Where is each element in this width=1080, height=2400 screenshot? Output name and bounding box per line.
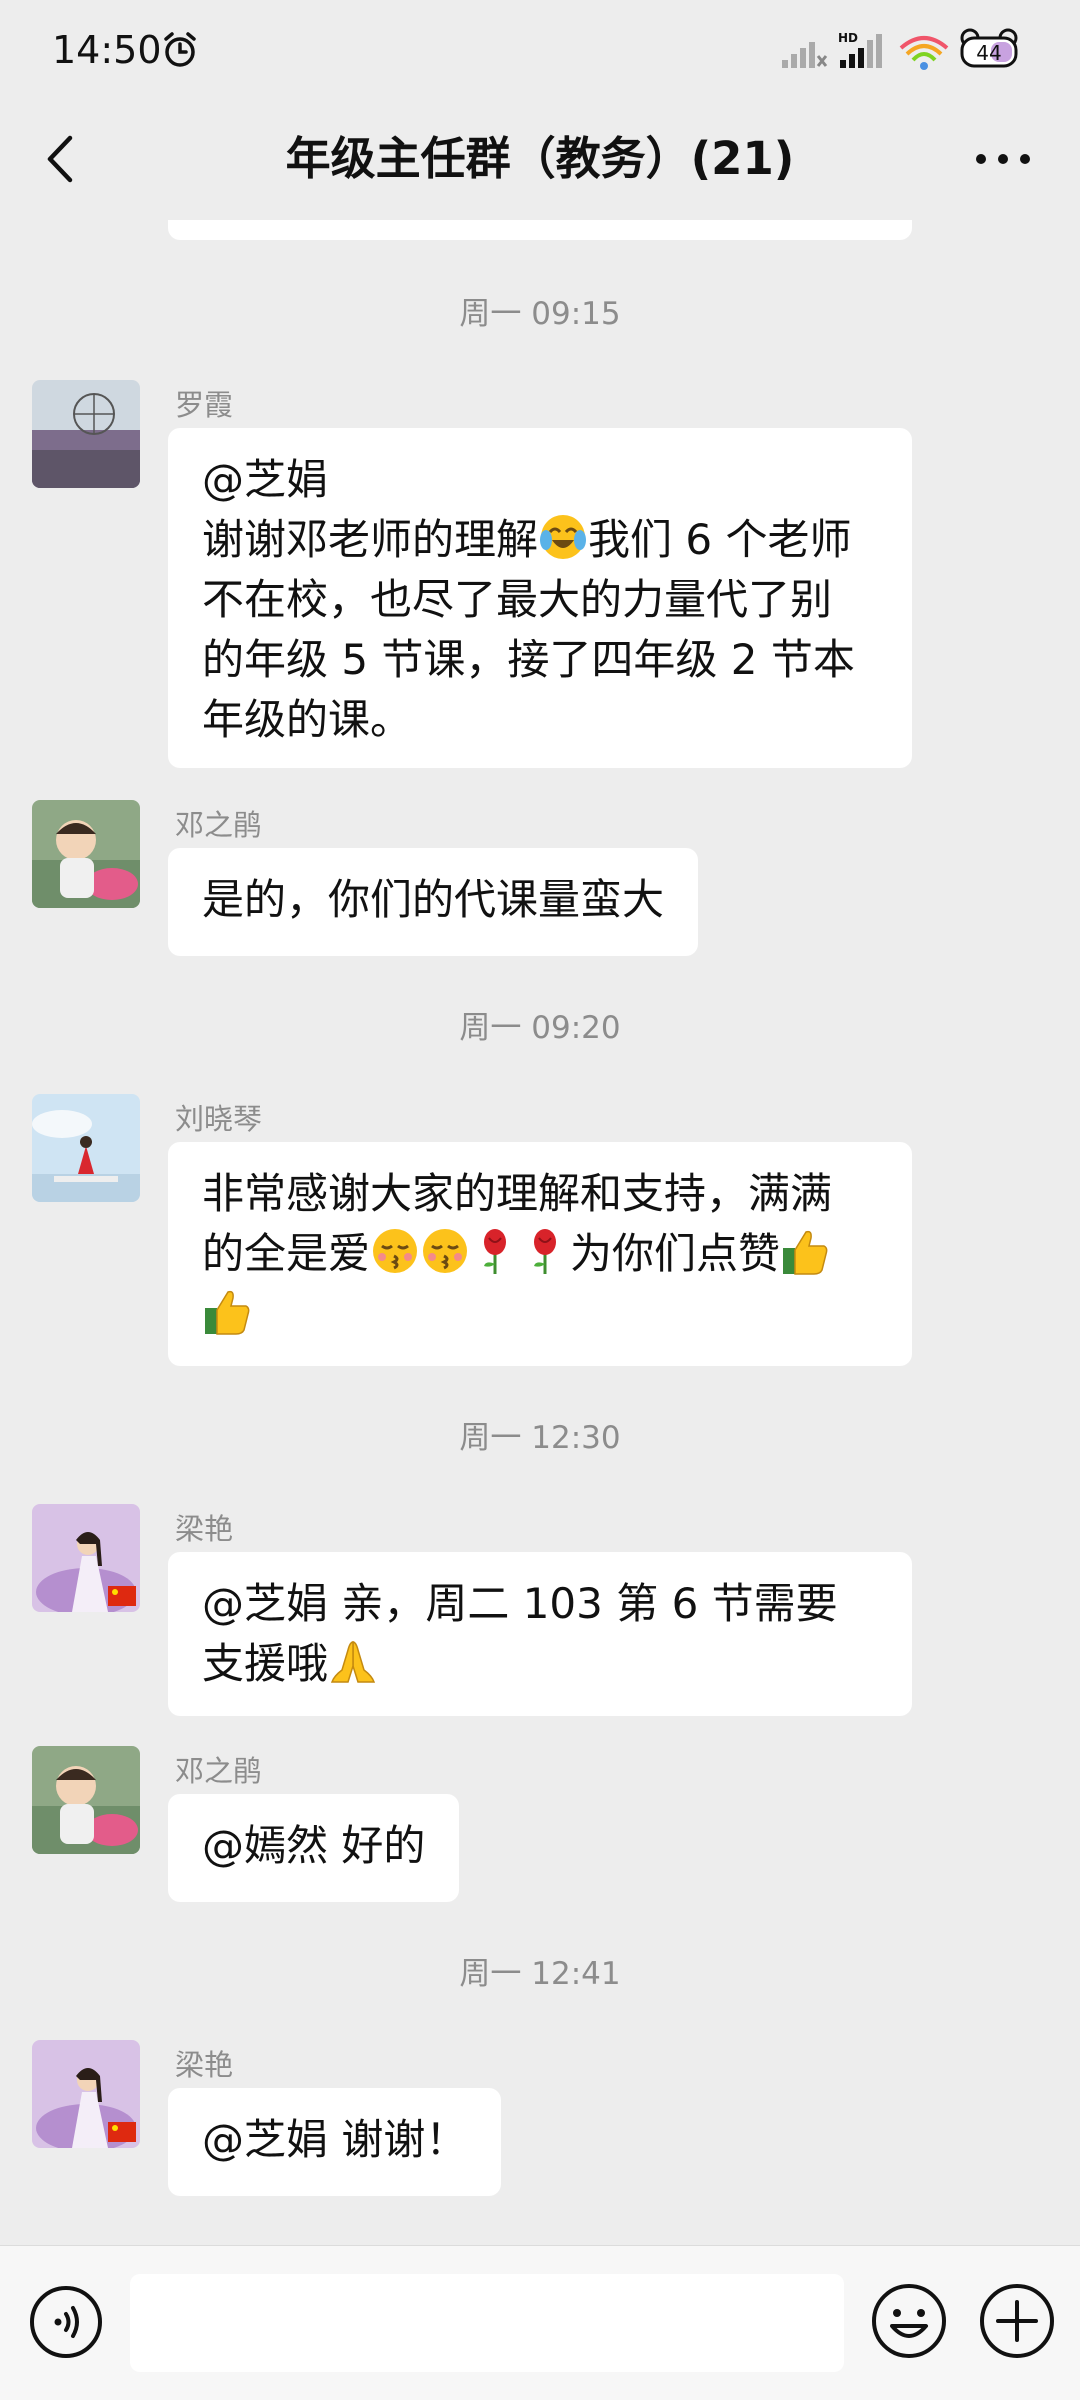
signal-hd-icon: HD	[838, 31, 882, 68]
svg-text:HD: HD	[838, 31, 858, 45]
message-line: 年级的课。	[202, 695, 413, 744]
message-list[interactable]: 周一 09:15 罗霞 @芝娟 谢谢邓老师的理解 我们 6 个老师 不在校，也尽了…	[0, 220, 1080, 2240]
sender-name: 刘晓琴	[175, 1102, 263, 1136]
sender-name: 梁艳	[175, 1512, 234, 1546]
avatar[interactable]	[32, 380, 140, 488]
message-line: @芝娟 亲，周二 103 第 6 节需要	[202, 1579, 838, 1628]
input-bar	[0, 2245, 1080, 2400]
message-bubble[interactable]: 是的，你们的代课量蛮大	[168, 848, 699, 956]
status-time: 14:50	[52, 28, 162, 72]
timestamp: 周一 12:30	[459, 1420, 621, 1456]
rose-emoji-icon	[484, 1229, 507, 1274]
thumbs-up-emoji-icon	[205, 1290, 250, 1335]
message-line: @嫣然 好的	[202, 1821, 426, 1870]
rose-emoji-icon	[534, 1229, 557, 1274]
chat-title: 年级主任群（教务）(21)	[285, 132, 795, 185]
previous-message-bubble[interactable]	[168, 220, 912, 240]
chat-screen: 14:50 HD 44 年级主任群（教务）(21) 周一 09:15 罗霞 @芝…	[0, 0, 1080, 2400]
status-bar: 14:50 HD 44	[0, 0, 1080, 100]
wifi-icon	[899, 36, 949, 70]
timestamp: 周一 12:41	[459, 1956, 621, 1992]
svg-text:44: 44	[976, 41, 1001, 65]
message-bubble[interactable]: @芝娟 亲，周二 103 第 6 节需要 支援哦	[168, 1552, 912, 1716]
message-line	[202, 1284, 878, 1344]
message-line: @芝娟 谢谢！	[202, 2115, 468, 2164]
crying-laughing-emoji-icon	[540, 515, 587, 559]
avatar[interactable]	[32, 1094, 140, 1202]
kissing-emoji-icon	[423, 1229, 468, 1273]
avatar[interactable]	[32, 800, 140, 908]
more-options-icon[interactable]	[968, 124, 1038, 194]
sender-name: 罗霞	[175, 388, 234, 422]
plus-icon[interactable]	[978, 2282, 1056, 2360]
sender-name: 邓之鹃	[175, 1754, 263, 1788]
signal-off-icon	[782, 42, 828, 68]
avatar[interactable]	[32, 1504, 140, 1612]
chat-header: 年级主任群（教务）(21)	[0, 100, 1080, 220]
message-line: 谢谢邓老师的理解 我们 6 个老师	[202, 510, 878, 570]
timestamp: 周一 09:15	[459, 296, 621, 332]
battery-icon: 44	[960, 28, 1018, 68]
message-bubble[interactable]: @芝娟 谢谢！	[168, 2088, 502, 2196]
kissing-emoji-icon	[373, 1229, 418, 1273]
avatar[interactable]	[32, 2040, 140, 2148]
message-line: 是的，你们的代课量蛮大	[202, 875, 665, 924]
timestamp: 周一 09:20	[459, 1010, 621, 1046]
sender-name: 梁艳	[175, 2048, 234, 2082]
message-bubble[interactable]: @芝娟 谢谢邓老师的理解 我们 6 个老师 不在校，也尽了最大的力量代了别 的年级…	[168, 428, 912, 768]
praying-hands-emoji-icon	[330, 1641, 376, 1683]
voice-input-icon[interactable]	[28, 2284, 104, 2360]
message-line: 不在校，也尽了最大的力量代了别	[202, 575, 833, 624]
sender-name: 邓之鹃	[175, 808, 263, 842]
message-input[interactable]	[130, 2274, 844, 2372]
message-line: 的全是爱 为你们点赞	[202, 1224, 878, 1284]
avatar[interactable]	[32, 1746, 140, 1854]
thumbs-up-emoji-icon	[783, 1230, 828, 1275]
message-line: 的年级 5 节课，接了四年级 2 节本	[202, 635, 855, 684]
message-bubble[interactable]: @嫣然 好的	[168, 1794, 460, 1902]
message-line: 支援哦	[202, 1634, 878, 1694]
message-bubble[interactable]: 非常感谢大家的理解和支持，满满 的全是爱 为你们点赞	[168, 1142, 912, 1366]
message-line: @芝娟	[202, 455, 329, 504]
emoji-picker-icon[interactable]	[870, 2282, 948, 2360]
message-line: 非常感谢大家的理解和支持，满满	[202, 1169, 833, 1218]
alarm-clock-icon	[164, 32, 196, 67]
